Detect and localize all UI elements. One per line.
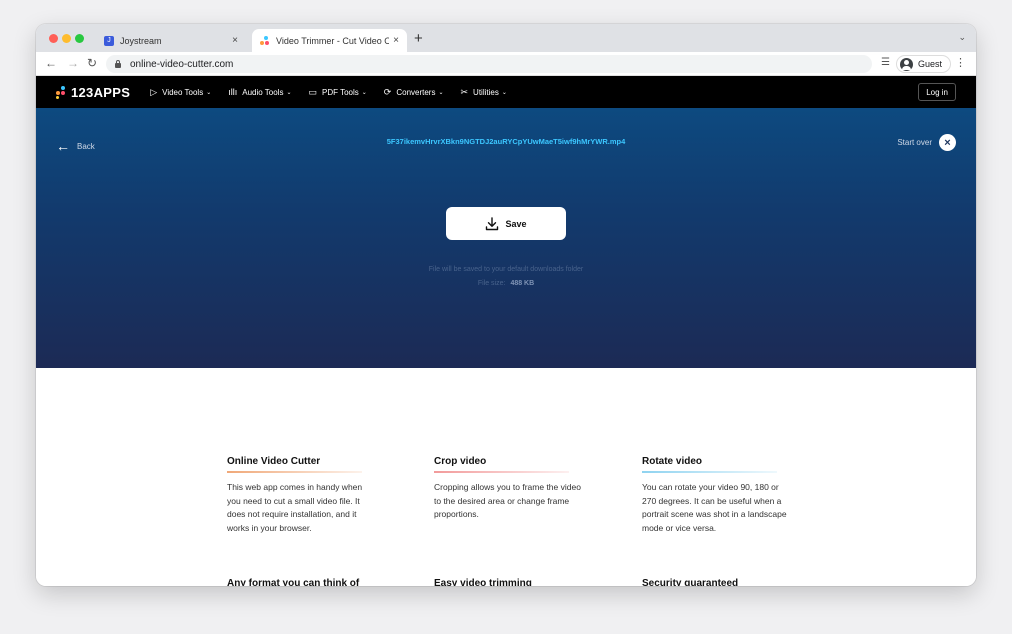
url-text: online-video-cutter.com (130, 58, 234, 70)
reload-button[interactable]: ↻ (87, 56, 97, 70)
menu-label: Audio Tools (242, 87, 284, 97)
menu-utilities[interactable]: ✂ Utilities ⌄ (461, 87, 507, 98)
tab-close-icon[interactable]: × (228, 35, 242, 46)
feature-crop-video: Crop video Cropping allows you to frame … (434, 456, 584, 522)
feature-security: Security guaranteed (642, 578, 792, 586)
feature-title: Rotate video (642, 456, 703, 467)
document-icon: ▭ (308, 86, 317, 97)
menu-audio-tools[interactable]: ıllı Audio Tools ⌄ (228, 87, 291, 98)
tab-title: Joystream (120, 35, 162, 46)
browser-window: J Joystream × Video Trimmer - Cut Video … (36, 24, 976, 586)
browser-toolbar: ← → ↻ online-video-cutter.com ☰ Guest ⋮ (36, 52, 976, 76)
file-size-value: 488 KB (510, 280, 535, 287)
reading-list-icon[interactable]: ☰ (881, 57, 890, 68)
feature-any-format: Any format you can think of (227, 578, 377, 586)
convert-icon: ⟳ (383, 86, 392, 97)
chevron-down-icon: ⌄ (361, 89, 367, 96)
app-logo[interactable]: 123APPS (56, 85, 130, 100)
browser-menu-icon[interactable]: ⋮ (955, 56, 966, 69)
download-icon (486, 216, 499, 230)
back-nav-button[interactable]: ← (45, 56, 57, 70)
app-navbar: 123APPS ▷ Video Tools ⌄ ıllı Audio Tools… (36, 76, 976, 108)
file-name: 5F37ikemvHrvrXBkn9NGTDJ2auRYCpYUwMaeT5iw… (386, 137, 626, 146)
file-size-label: File size: (477, 280, 506, 287)
feature-text: You can rotate your video 90, 180 or 270… (642, 482, 787, 533)
file-size-info: File size: 488 KB (36, 280, 976, 287)
tab-strip: J Joystream × Video Trimmer - Cut Video … (36, 24, 976, 52)
tab-joystream[interactable]: J Joystream × (96, 29, 246, 52)
hero-panel: ← Back 5F37ikemvHrvrXBkn9NGTDJ2auRYCpYUw… (36, 108, 976, 368)
download-location-note: File will be saved to your default downl… (428, 266, 584, 273)
minimize-window-button[interactable] (62, 34, 71, 43)
feature-rotate-video: Rotate video You can rotate your video 9… (642, 456, 792, 535)
feature-easy-trimming: Easy video trimming (434, 578, 584, 586)
tab-video-trimmer[interactable]: Video Trimmer - Cut Video Onl × (252, 29, 407, 52)
waveform-icon: ıllı (228, 87, 238, 97)
lock-icon (114, 60, 122, 68)
menu-label: Utilities (473, 87, 499, 97)
login-button[interactable]: Log in (918, 83, 956, 101)
tab-close-icon[interactable]: × (389, 35, 403, 46)
feature-underline (434, 471, 569, 473)
feature-title: Security guaranteed (642, 578, 739, 586)
logo-text: 123APPS (71, 84, 131, 100)
save-label: Save (505, 218, 527, 229)
joystream-favicon-icon: J (104, 35, 114, 46)
profile-button[interactable]: Guest (896, 55, 952, 73)
chevron-down-icon: ⌄ (438, 89, 444, 96)
feature-title: Easy video trimming (434, 578, 532, 586)
feature-online-video-cutter: Online Video Cutter This web app comes i… (227, 456, 377, 535)
new-tab-button[interactable]: + (414, 30, 423, 47)
tab-title: Video Trimmer - Cut Video Onl (276, 35, 389, 46)
chevron-down-icon: ⌄ (501, 89, 507, 96)
feature-title: Crop video (434, 456, 487, 467)
tab-search-chevron-icon[interactable]: ⌄ (958, 32, 966, 43)
close-icon[interactable]: × (939, 134, 956, 151)
profile-label: Guest (918, 59, 943, 69)
close-window-button[interactable] (49, 34, 58, 43)
menu-video-tools[interactable]: ▷ Video Tools ⌄ (150, 87, 211, 98)
feature-underline (642, 471, 777, 473)
address-bar[interactable]: online-video-cutter.com (106, 55, 872, 73)
start-over-label: Start over (897, 138, 932, 147)
apps-favicon-icon (260, 35, 270, 46)
features-section: Online Video Cutter This web app comes i… (36, 368, 976, 586)
menu-label: Converters (396, 87, 436, 97)
feature-title: Any format you can think of (227, 578, 360, 586)
scissors-icon: ✂ (460, 86, 469, 97)
chevron-down-icon: ⌄ (286, 89, 292, 96)
feature-title: Online Video Cutter (227, 456, 321, 467)
play-icon: ▷ (150, 86, 158, 97)
start-over-button[interactable]: Start over × (897, 134, 956, 151)
chevron-down-icon: ⌄ (206, 89, 212, 96)
feature-text: Cropping allows you to frame the video t… (434, 482, 581, 519)
menu-pdf-tools[interactable]: ▭ PDF Tools ⌄ (308, 87, 366, 98)
menu-label: Video Tools (162, 87, 204, 97)
logo-dots-icon (56, 86, 66, 99)
save-button[interactable]: Save (446, 207, 566, 240)
feature-text: This web app comes in handy when you nee… (227, 482, 363, 533)
maximize-window-button[interactable] (75, 34, 84, 43)
forward-nav-button[interactable]: → (67, 56, 79, 70)
feature-underline (227, 471, 362, 473)
avatar-icon (900, 57, 913, 71)
menu-converters[interactable]: ⟳ Converters ⌄ (384, 87, 444, 98)
menu-label: PDF Tools (322, 87, 359, 97)
app-menu: ▷ Video Tools ⌄ ıllı Audio Tools ⌄ ▭ PDF… (150, 87, 524, 98)
